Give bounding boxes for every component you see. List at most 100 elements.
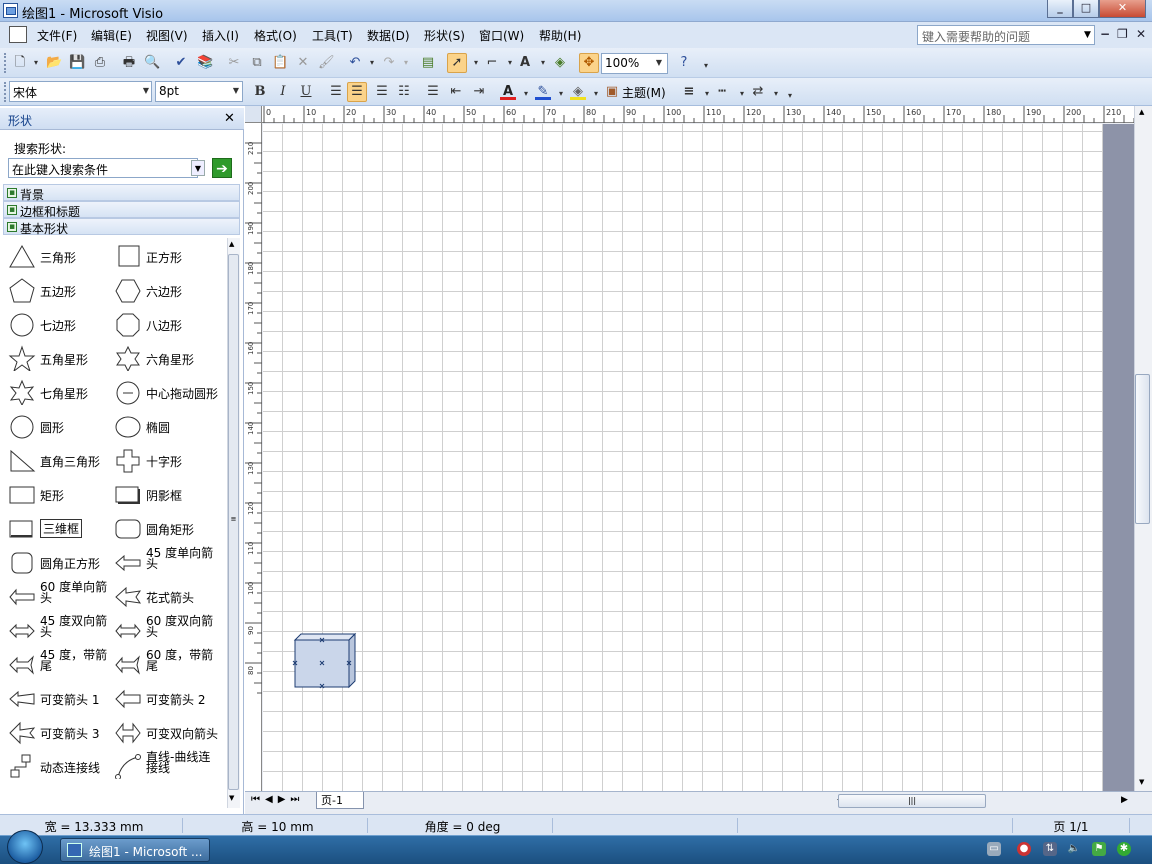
redo-dropdown-icon[interactable]: ▾ [398,55,414,71]
bold-button[interactable]: B [252,84,268,100]
fill-color-dropdown-icon[interactable]: ▾ [588,86,604,102]
line-weight-dropdown-icon[interactable]: ▾ [699,86,715,102]
shape-right-triangle[interactable]: 直角三角形 [4,444,112,474]
align-center-icon[interactable]: ☰ [347,82,367,102]
undo-icon[interactable]: ↶ [347,55,363,71]
save-icon[interactable]: 💾 [69,55,85,71]
page-nav-buttons[interactable]: ⏮◀▶⏭ [251,794,304,805]
shape-cross[interactable]: 十字形 [110,444,220,474]
stencil-borders-titles[interactable]: ▪ 边框和标题 [3,201,240,219]
shape-variable-double-arrow[interactable]: 可变双向箭头 [110,716,220,746]
tray-app-icon[interactable]: ● [1017,842,1031,856]
menu-format[interactable]: 格式(O) [254,27,297,44]
toolbar-grip[interactable] [4,82,7,102]
connector-tool-icon[interactable]: ⌐ [484,55,500,71]
open-icon[interactable]: 📂 [46,55,62,71]
line-color-icon[interactable]: ✎ [535,84,551,100]
shape-star7[interactable]: 七角星形 [4,376,112,406]
align-left-icon[interactable]: ☰ [328,84,344,100]
scroll-thumb[interactable]: ≡ [228,254,239,790]
text-tool-icon[interactable]: A [517,55,533,71]
keyboard-icon[interactable]: ▭ [987,842,1001,856]
shape-ellipse[interactable]: 椭圆 [110,410,220,440]
doc-minimize-button[interactable]: − [1100,27,1110,41]
shape-60-double-arrow[interactable]: 60 度双向箭头 [110,614,220,644]
menu-edit[interactable]: 编辑(E) [91,27,132,44]
line-color-dropdown-icon[interactable]: ▾ [553,86,569,102]
help-search-input[interactable]: 键入需要帮助的问题 [917,25,1095,45]
line-ends-icon[interactable]: ⇄ [750,84,766,100]
shape-shadow-box[interactable]: 阴影框 [110,478,220,508]
page-tab[interactable]: 页-1 [316,792,364,809]
shape-circle[interactable]: 圆形 [4,410,112,440]
stencil-background[interactable]: ▪ 背景 [3,184,240,202]
shape-dynamic-connector[interactable]: 动态连接线 [4,750,112,780]
font-size-dropdown-icon[interactable]: ▼ [230,86,242,95]
3d-box-shape[interactable] [292,631,362,691]
shape-square[interactable]: 正方形 [110,240,220,270]
shape-45-tailed-arrow[interactable]: 45 度，带箭尾 [4,648,112,678]
drawing-horizontal-scroll-thumb[interactable]: ||| [838,794,986,808]
document-icon[interactable] [9,26,27,43]
line-weight-icon[interactable]: ≡ [681,84,697,100]
redo-icon[interactable]: ↷ [381,55,397,71]
drawing-page[interactable] [263,124,1103,791]
font-dropdown-icon[interactable]: ▼ [140,86,152,95]
vertical-ruler[interactable]: 210 200 190 180 170 160 150 140 130 120 110 100 90 80 [245,123,262,791]
doc-restore-button[interactable]: ❐ [1117,27,1128,41]
spelling-icon[interactable]: ✔ [173,55,189,71]
permission-icon[interactable]: ⎙ [92,55,108,71]
start-button[interactable] [7,830,43,864]
search-shapes-input[interactable]: 在此键入搜索条件 [8,158,198,178]
pan-zoom-icon[interactable]: ✥ [579,53,599,73]
theme-icon[interactable]: ▣ [604,84,620,100]
menu-tools[interactable]: 工具(T) [312,27,353,44]
shape-60-single-arrow[interactable]: 60 度单向箭头 [4,580,112,610]
theme-button[interactable]: 主题(M) [622,84,666,101]
shape-center-drag-circle[interactable]: 中心拖动圆形 [110,376,220,406]
menu-shapes[interactable]: 形状(S) [424,27,465,44]
horizontal-ruler[interactable]: 0 10 20 30 40 50 60 70 80 90 100 110 120 130 140 150 160… [262,106,1135,123]
align-right-icon[interactable]: ☰ [374,84,390,100]
menu-file[interactable]: 文件(F) [37,27,77,44]
zoom-dropdown-icon[interactable]: ▼ [653,58,665,67]
font-color-dropdown-icon[interactable]: ▾ [518,86,534,102]
search-dropdown-icon[interactable]: ▼ [191,160,205,176]
shape-pentagon[interactable]: 五边形 [4,274,112,304]
scroll-down-icon[interactable]: ▼ [1139,778,1144,786]
tray-status-icon[interactable]: ✱ [1117,842,1131,856]
font-select[interactable]: 宋体 [9,81,152,102]
fill-color-icon[interactable]: ◈ [570,84,586,100]
undo-dropdown-icon[interactable]: ▾ [364,55,380,71]
scroll-down-icon[interactable]: ▼ [229,794,234,802]
shape-variable-arrow-2[interactable]: 可变箭头 2 [110,682,220,712]
help-icon[interactable]: ? [676,55,692,71]
drawing-vertical-scroll-thumb[interactable] [1135,374,1150,524]
delete-icon[interactable]: ✕ [295,55,311,71]
flag-icon[interactable]: ⚑ [1092,842,1106,856]
menu-view[interactable]: 视图(V) [146,27,188,44]
text-dropdown-icon[interactable]: ▾ [535,55,551,71]
shape-45-single-arrow[interactable]: 45 度单向箭头 [110,546,220,576]
cut-icon[interactable]: ✂ [226,55,242,71]
shape-line-curve-connector[interactable]: 直线-曲线连接线 [110,750,220,780]
paste-icon[interactable]: 📋 [272,55,288,71]
shape-rounded-rectangle[interactable]: 圆角矩形 [110,512,220,542]
search-go-button[interactable]: ➔ [212,158,232,178]
help-dropdown-icon[interactable]: ▼ [1080,25,1095,45]
pointer-tool-icon[interactable]: ➚ [447,53,467,73]
shapes-scrollbar[interactable]: ▲ ≡ ▼ [227,238,240,808]
connector-dropdown-icon[interactable]: ▾ [502,55,518,71]
visio-app-icon[interactable] [3,3,18,18]
menu-help[interactable]: 帮助(H) [539,27,581,44]
maximize-button[interactable]: □ [1073,0,1099,18]
line-pattern-icon[interactable]: ┅ [714,84,730,100]
italic-button[interactable]: I [275,84,291,100]
shape-heptagon[interactable]: 七边形 [4,308,112,338]
stencil-basic-shapes[interactable]: ▪ 基本形状 [3,218,240,236]
toolbar-options-icon[interactable]: ▾ [698,58,714,74]
shape-rectangle[interactable]: 矩形 [4,478,112,508]
increase-indent-icon[interactable]: ⇥ [471,84,487,100]
volume-icon[interactable]: 🔈 [1067,842,1081,856]
shape-hexagon[interactable]: 六边形 [110,274,220,304]
